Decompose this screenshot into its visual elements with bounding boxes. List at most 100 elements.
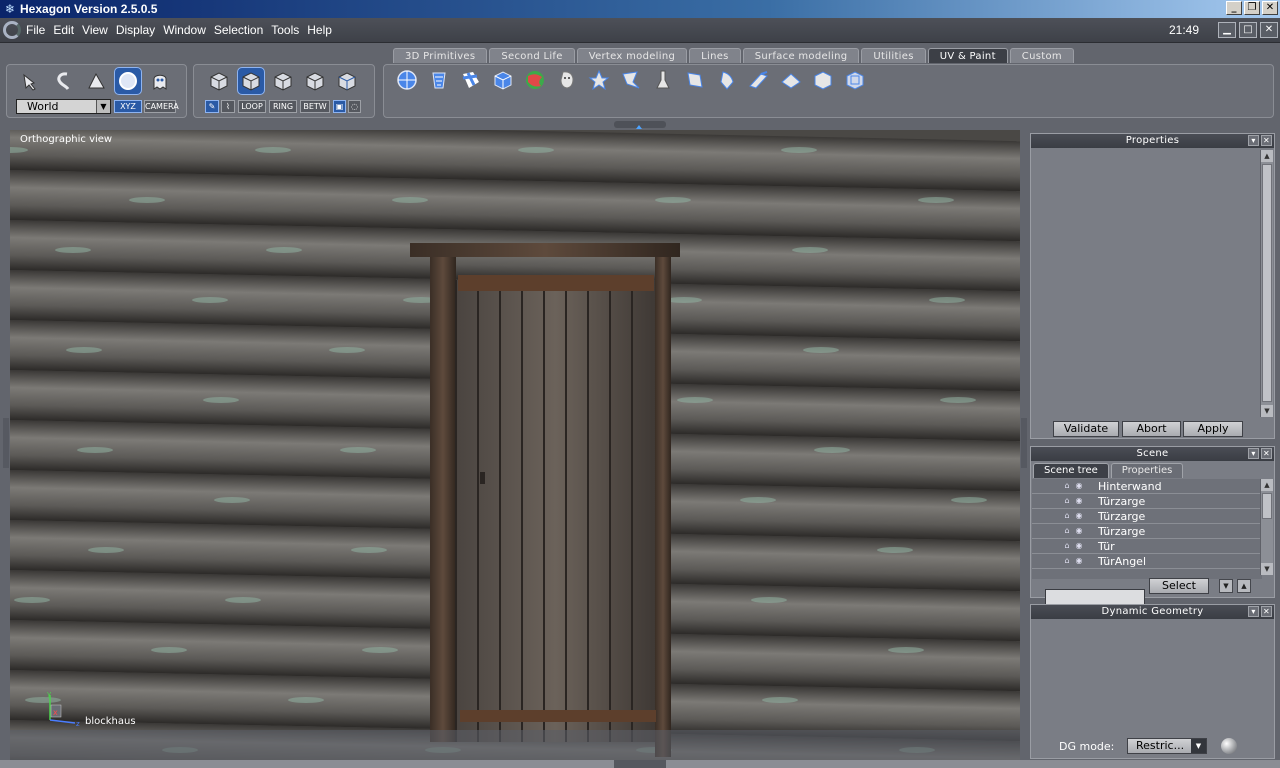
properties-scrollbar[interactable]: ▲ ▼ [1260,150,1273,417]
dg-status-sphere-icon[interactable] [1221,738,1237,754]
dg-mode-select[interactable]: Restric... ▼ [1127,738,1207,754]
panel-menu-icon[interactable]: ▾ [1248,606,1259,617]
menu-file[interactable]: File [26,23,45,37]
tab-uv-paint[interactable]: UV & Paint [927,48,1008,63]
grow-selection-icon[interactable]: ▣ [333,100,346,113]
between-button[interactable]: BETW [300,100,330,113]
scroll-down-icon[interactable]: ▼ [1261,563,1273,575]
auto-cube-icon[interactable] [333,67,361,95]
scene-tree-item[interactable]: ⌂ ◉ TürAngel [1032,554,1262,569]
app-minimize-button[interactable]: ▁ [1218,22,1236,38]
eye-icon[interactable]: ◉ [1074,481,1084,491]
lock-icon[interactable]: ⌂ [1062,481,1072,491]
checker-map-icon[interactable] [457,66,485,94]
sphere-select-icon[interactable] [114,67,142,95]
pin-icon[interactable] [649,66,677,94]
scroll-up-icon[interactable]: ▲ [1261,479,1273,491]
tab-vertex-modeling[interactable]: Vertex modeling [576,48,688,63]
scene-tree-item[interactable]: ⌂ ◉ Hinterwand [1032,479,1262,494]
select-icon[interactable] [18,67,46,95]
lock-icon[interactable]: ⌂ [1062,556,1072,566]
fence-icon[interactable] [82,67,110,95]
menu-view[interactable]: View [82,23,108,37]
move-down-icon[interactable]: ▼ [1219,579,1233,593]
edge-cube-icon[interactable] [237,67,265,95]
brush-icon[interactable] [777,66,805,94]
tab-second-life[interactable]: Second Life [489,48,575,63]
paint-icon[interactable] [745,66,773,94]
shrink-selection-icon[interactable]: ◌ [348,100,361,113]
camera-button[interactable]: CAMERA [144,100,179,113]
menu-tools[interactable]: Tools [271,23,299,37]
loop-button[interactable]: LOOP [238,100,266,113]
left-panel-handle[interactable] [3,418,9,468]
scene-tree-item[interactable]: ⌂ ◉ Tür [1032,539,1262,554]
panel-close-icon[interactable]: ✕ [1261,448,1272,459]
move-up-icon[interactable]: ▲ [1237,579,1251,593]
abort-button[interactable]: Abort [1122,421,1181,437]
app-menu-logo-icon[interactable] [3,21,21,39]
star-map-icon[interactable] [585,66,613,94]
box-map-icon[interactable] [489,66,517,94]
head-map-icon[interactable] [553,66,581,94]
scroll-down-icon[interactable]: ▼ [1261,405,1273,417]
scene-search-input[interactable] [1045,589,1145,605]
minimize-button[interactable]: _ [1226,1,1242,15]
tab-scene-properties[interactable]: Properties [1110,463,1184,478]
lasso-icon[interactable] [50,67,78,95]
scroll-thumb[interactable] [1262,164,1272,402]
eye-icon[interactable]: ◉ [1074,511,1084,521]
sphere-map-icon[interactable] [521,66,549,94]
apply-button[interactable]: Apply [1183,421,1243,437]
app-close-button[interactable]: ✕ [1260,22,1278,38]
planar-map-icon[interactable] [393,66,421,94]
brush-select-icon[interactable]: ⌇ [221,100,235,113]
eye-icon[interactable]: ◉ [1074,556,1084,566]
tab-3d-primitives[interactable]: 3D Primitives [393,48,488,63]
lock-icon[interactable]: ⌂ [1062,526,1072,536]
restore-button[interactable]: ❐ [1244,1,1260,15]
menu-window[interactable]: Window [163,23,206,37]
tab-lines[interactable]: Lines [689,48,741,63]
unfold-icon[interactable] [617,66,645,94]
scroll-up-icon[interactable]: ▲ [1261,150,1273,162]
scene-tree-item[interactable]: ⌂ ◉ Türzarge [1032,524,1262,539]
app-maximize-button[interactable]: □ [1239,22,1257,38]
uv-cube-icon[interactable] [841,66,869,94]
face-cube-icon[interactable] [269,67,297,95]
menu-edit[interactable]: Edit [53,23,74,37]
scene-tree-item[interactable]: ⌂ ◉ Türzarge [1032,494,1262,509]
tab-custom[interactable]: Custom [1009,48,1074,63]
right-panel-handle[interactable] [1021,418,1027,468]
menu-help[interactable]: Help [307,23,332,37]
coord-space-select[interactable]: World ▼ [16,99,111,114]
stamp-icon[interactable] [809,66,837,94]
panel-menu-icon[interactable]: ▾ [1248,135,1259,146]
cylinder-map-icon[interactable] [425,66,453,94]
lock-icon[interactable]: ⌂ [1062,541,1072,551]
relax-icon[interactable] [713,66,741,94]
ghost-icon[interactable] [146,67,174,95]
lock-icon[interactable]: ⌂ [1062,496,1072,506]
menu-selection[interactable]: Selection [214,23,263,37]
ring-button[interactable]: RING [269,100,297,113]
menu-display[interactable]: Display [116,23,155,37]
close-button[interactable]: ✕ [1262,1,1278,15]
scene-tree-item[interactable]: ⌂ ◉ Türzarge [1032,509,1262,524]
select-button[interactable]: Select [1149,578,1209,594]
panel-menu-icon[interactable]: ▾ [1248,448,1259,459]
tab-surface-modeling[interactable]: Surface modeling [742,48,860,63]
tab-utilities[interactable]: Utilities [861,48,926,63]
xyz-button[interactable]: XYZ [114,100,142,113]
pencil-icon[interactable]: ✎ [205,100,219,113]
panel-close-icon[interactable]: ✕ [1261,606,1272,617]
object-cube-icon[interactable] [301,67,329,95]
panel-close-icon[interactable]: ✕ [1261,135,1272,146]
eye-icon[interactable]: ◉ [1074,541,1084,551]
eye-icon[interactable]: ◉ [1074,526,1084,536]
flip-icon[interactable] [681,66,709,94]
validate-button[interactable]: Validate [1053,421,1119,437]
scene-scrollbar[interactable]: ▲ ▼ [1260,479,1273,575]
viewport-3d[interactable]: Orthographic view x y z blockhaus [10,130,1020,760]
tab-scene-tree[interactable]: Scene tree [1033,463,1109,478]
